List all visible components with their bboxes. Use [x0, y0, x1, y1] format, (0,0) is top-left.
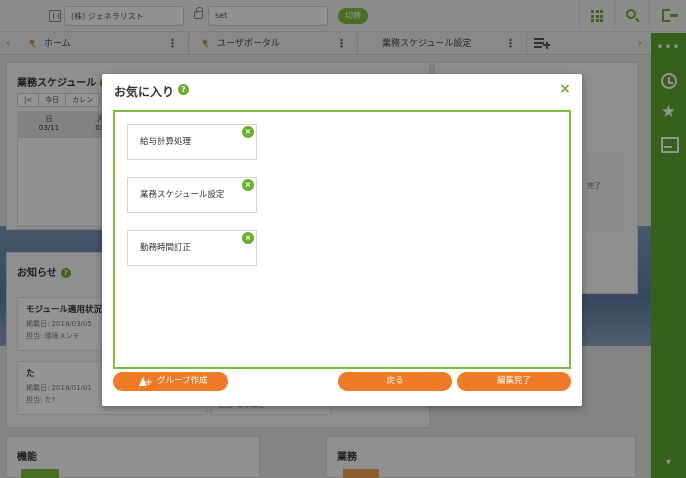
- finish-edit-button[interactable]: 編集完了: [457, 372, 571, 391]
- favorites-list: 給与計算処理 × 業務スケジュール設定 × 勤務時間訂正 ×: [113, 110, 571, 369]
- remove-icon[interactable]: ×: [242, 232, 254, 244]
- dialog-title: お気に入り: [114, 85, 175, 99]
- close-icon[interactable]: ×: [558, 82, 572, 96]
- remove-icon[interactable]: ×: [242, 179, 254, 191]
- remove-icon[interactable]: ×: [242, 126, 254, 138]
- favorite-item[interactable]: 業務スケジュール設定 ×: [127, 177, 257, 213]
- favorites-dialog: お気に入り ? × 給与計算処理 × 業務スケジュール設定 × 勤務時間訂正 ×…: [102, 74, 582, 406]
- favorite-item-label: 業務スケジュール設定: [140, 190, 225, 200]
- add-group-icon: [139, 374, 153, 393]
- back-button[interactable]: 戻る: [338, 372, 452, 391]
- create-group-button[interactable]: グループ作成: [113, 372, 228, 393]
- help-icon[interactable]: ?: [178, 84, 189, 95]
- favorite-item-label: 給与計算処理: [140, 137, 192, 147]
- create-group-label: グループ作成: [157, 376, 208, 386]
- favorite-item[interactable]: 給与計算処理 ×: [127, 124, 257, 160]
- favorite-item[interactable]: 勤務時間訂正 ×: [127, 230, 257, 266]
- favorite-item-label: 勤務時間訂正: [140, 243, 192, 253]
